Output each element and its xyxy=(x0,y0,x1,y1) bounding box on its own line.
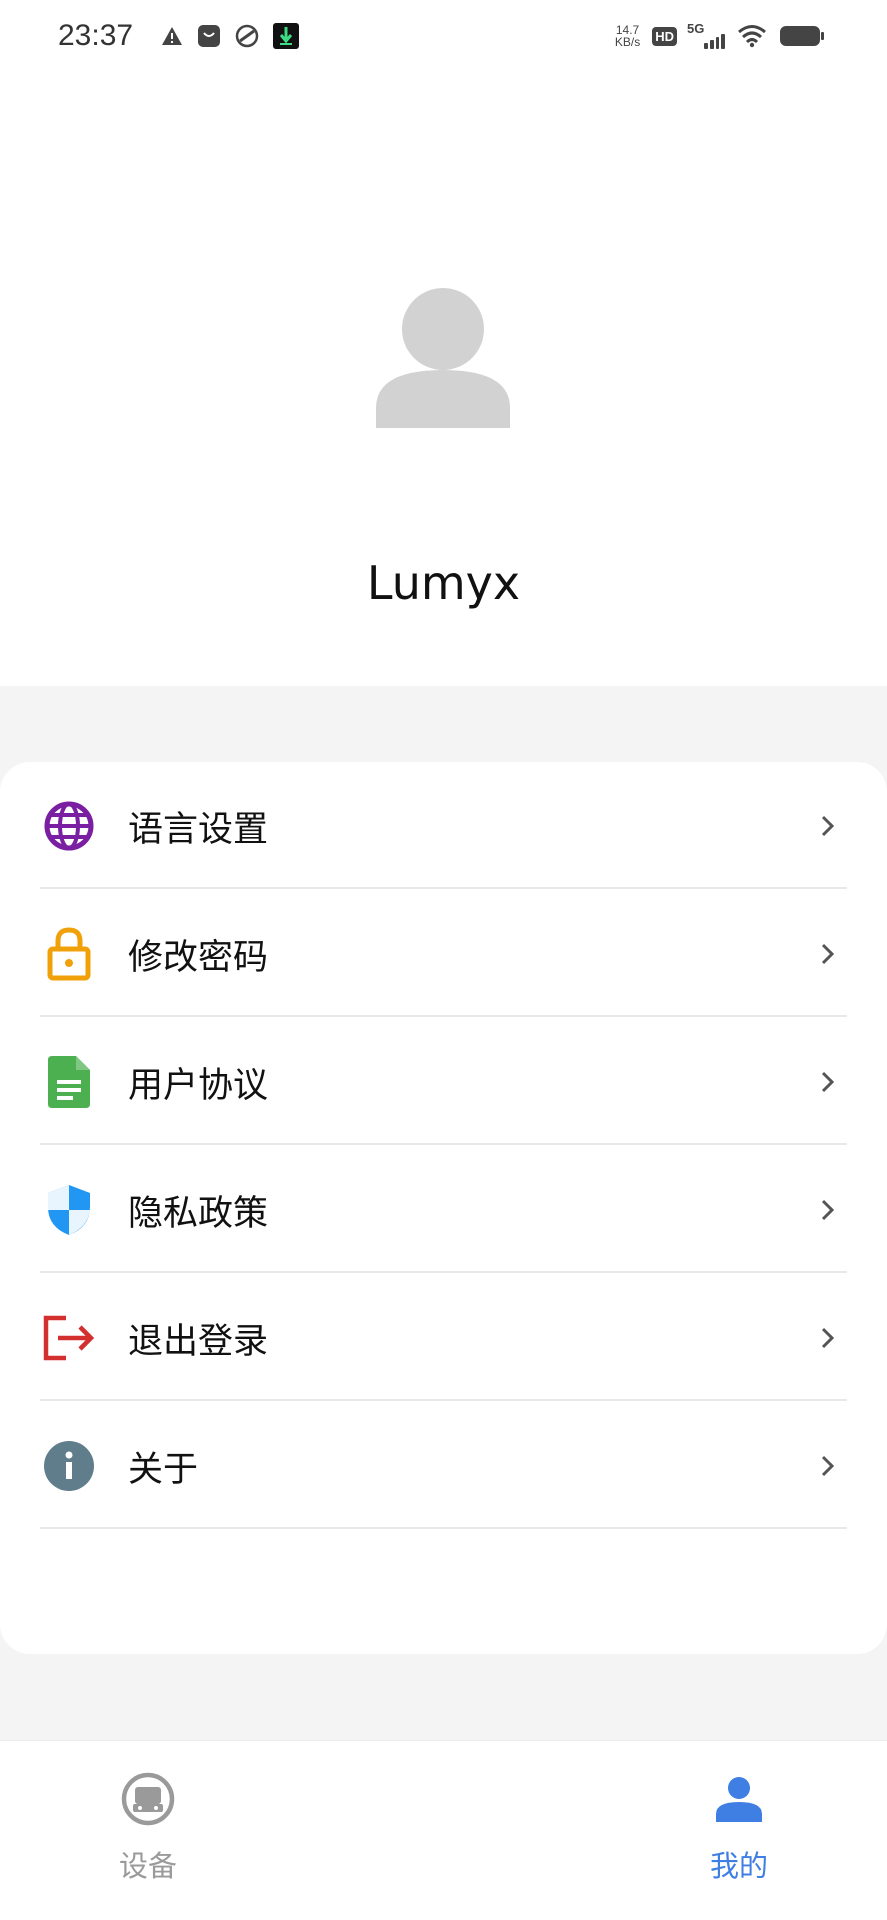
chevron-right-icon xyxy=(818,1195,838,1225)
chevron-right-icon xyxy=(818,1451,838,1481)
menu-item-privacy-policy[interactable]: 隐私政策 xyxy=(0,1146,887,1274)
wifi-icon xyxy=(737,24,767,48)
divider xyxy=(40,1143,847,1145)
info-icon xyxy=(42,1439,96,1493)
cellular-signal-icon: 5G xyxy=(687,21,725,49)
download-app-icon xyxy=(273,23,300,49)
menu-item-about[interactable]: 关于 xyxy=(0,1402,887,1530)
net-speed: 14.7 KB/s xyxy=(615,24,640,48)
tab-mine[interactable]: 我的 xyxy=(639,1741,839,1920)
document-icon xyxy=(42,1055,96,1109)
chevron-right-icon xyxy=(818,1067,838,1097)
divider xyxy=(40,1015,847,1017)
hd-badge: HD xyxy=(652,26,677,46)
menu-label: 语言设置 xyxy=(128,809,269,850)
lock-icon xyxy=(42,927,96,981)
device-icon xyxy=(120,1771,176,1827)
sync-app-icon xyxy=(235,24,259,48)
divider xyxy=(40,1271,847,1273)
status-left: 23:37 xyxy=(58,19,300,53)
person-placeholder-icon xyxy=(376,288,510,428)
warning-icon xyxy=(161,26,183,46)
tab-devices[interactable]: 设备 xyxy=(48,1741,248,1920)
status-time: 23:37 xyxy=(58,19,134,52)
network-type: 5G xyxy=(687,21,705,36)
status-right: 14.7 KB/s HD 5G xyxy=(615,21,825,49)
menu-label: 关于 xyxy=(128,1449,199,1490)
battery-icon xyxy=(779,24,825,48)
logout-icon xyxy=(42,1311,96,1365)
menu-label: 用户协议 xyxy=(128,1065,269,1106)
divider xyxy=(40,1399,847,1401)
net-speed-unit: KB/s xyxy=(614,35,641,49)
menu-item-user-agreement[interactable]: 用户协议 xyxy=(0,1018,887,1146)
divider xyxy=(40,887,847,889)
tab-label: 我的 xyxy=(709,1849,768,1883)
bottom-tab-bar: 设备 我的 xyxy=(0,1740,887,1920)
status-bar: 23:37 14.7 KB/s HD 5G xyxy=(0,0,887,72)
menu-label: 隐私政策 xyxy=(128,1193,269,1234)
menu-item-change-password[interactable]: 修改密码 xyxy=(0,890,887,1018)
chevron-right-icon xyxy=(818,811,838,841)
person-icon xyxy=(711,1771,767,1827)
chevron-right-icon xyxy=(818,1323,838,1353)
menu-label: 修改密码 xyxy=(128,937,269,978)
shopping-bag-icon xyxy=(197,24,221,48)
menu-item-logout[interactable]: 退出登录 xyxy=(0,1274,887,1402)
shield-icon xyxy=(42,1183,96,1237)
globe-icon xyxy=(42,799,96,853)
username: Lumyx xyxy=(366,556,521,610)
avatar[interactable] xyxy=(376,288,510,428)
tab-label: 设备 xyxy=(118,1849,177,1883)
settings-menu: 语言设置 修改密码 用户协议 隐私政策 退出登录 关于 xyxy=(0,762,887,1654)
profile-header: Lumyx xyxy=(0,72,887,686)
chevron-right-icon xyxy=(818,939,838,969)
divider xyxy=(40,1527,847,1529)
menu-item-language[interactable]: 语言设置 xyxy=(0,762,887,890)
menu-label: 退出登录 xyxy=(128,1321,269,1362)
